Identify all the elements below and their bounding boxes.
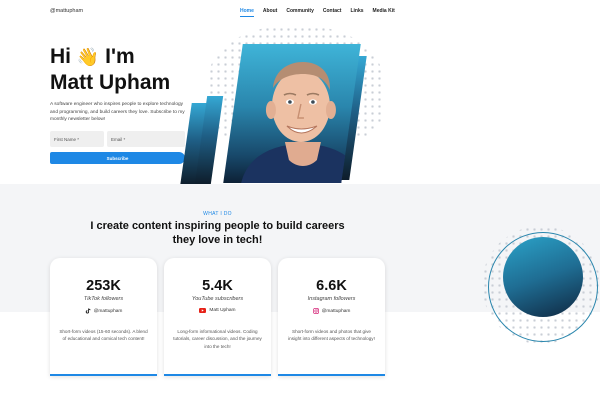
site-handle[interactable]: @mattupham [50, 8, 83, 14]
subscribe-button[interactable]: Subscribe [50, 152, 185, 164]
nav-home[interactable]: Home [240, 8, 254, 17]
instagram-card[interactable]: 6.6K Instagram followers @mattupham Shor… [278, 258, 385, 376]
nav-contact[interactable]: Contact [323, 8, 342, 17]
tiktok-count: 253K [86, 278, 121, 294]
hero-description: A software engineer who inspires people … [50, 102, 185, 123]
hero-im: I'm [105, 45, 135, 68]
section-title: I create content inspiring people to bui… [90, 220, 345, 246]
section-label: WHAT I DO [203, 211, 232, 217]
first-name-field[interactable]: First Name * [50, 131, 104, 147]
youtube-description: Long-form informational videos. Coding t… [173, 329, 262, 349]
youtube-card[interactable]: 5.4K YouTube subscribers Matt Upham Long… [164, 258, 271, 376]
tiktok-description: Short-form videos (15-60 seconds). A ble… [59, 329, 148, 342]
youtube-handle: Matt Upham [209, 308, 236, 313]
wave-icon: 👋 [76, 47, 100, 67]
hero-greeting: Hi [50, 45, 71, 68]
hero-portrait [223, 44, 361, 183]
portrait-illustration [240, 62, 361, 183]
youtube-handle-row[interactable]: Matt Upham [164, 308, 271, 313]
hero-title: Hi 👋 I'm Matt Upham [50, 44, 170, 95]
instagram-handle: @mattupham [321, 308, 351, 314]
hero-name: Matt Upham [50, 71, 171, 94]
instagram-icon [312, 308, 319, 314]
nav-community[interactable]: Community [286, 8, 314, 17]
nav-links[interactable]: Links [350, 8, 363, 17]
decorative-circle [503, 237, 583, 317]
tiktok-icon [85, 308, 90, 314]
nav-about[interactable]: About [263, 8, 277, 17]
instagram-description: Short-form videos and photos that give i… [288, 329, 375, 342]
main-nav: Home About Community Contact Links Media… [240, 8, 395, 17]
tiktok-handle: @mattupham [93, 308, 123, 314]
tiktok-card[interactable]: 253K TikTok followers @mattupham Short-f… [50, 258, 157, 376]
instagram-handle-row[interactable]: @mattupham [278, 308, 385, 314]
youtube-count: 5.4K [202, 278, 233, 294]
youtube-metric: YouTube subscribers [191, 296, 244, 302]
instagram-metric: Instagram followers [307, 296, 356, 302]
youtube-icon [199, 308, 207, 313]
nav-media-kit[interactable]: Media Kit [373, 8, 395, 17]
instagram-count: 6.6K [316, 278, 347, 294]
tiktok-handle-row[interactable]: @mattupham [50, 308, 157, 314]
tiktok-metric: TikTok followers [83, 296, 124, 302]
email-field[interactable]: Email * [107, 131, 185, 147]
